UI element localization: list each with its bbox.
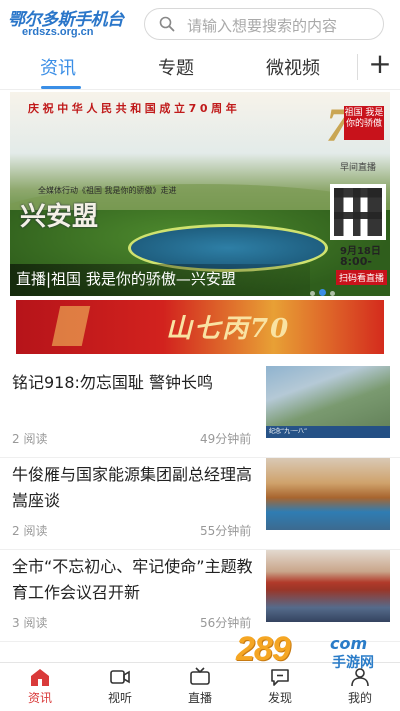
- news-read-count: 2 阅读: [12, 432, 48, 446]
- app-logo[interactable]: 鄂尔多斯手机台 erdszs.org.cn: [8, 5, 136, 39]
- news-timestamp: 49分钟前: [200, 432, 252, 446]
- active-tab-indicator: [41, 86, 81, 89]
- nav-label: 发现: [267, 691, 292, 705]
- nav-label: 视听: [107, 691, 132, 705]
- news-title[interactable]: 牛俊雁与国家能源集团副总经理高嵩座谈: [12, 462, 257, 514]
- qr-code: [330, 184, 386, 240]
- tv-icon: [190, 667, 210, 685]
- news-timestamp: 55分钟前: [200, 524, 252, 538]
- video-icon: [110, 670, 130, 684]
- channel-tabs: 资讯 专题 微视频 +: [0, 46, 400, 90]
- logo-en-text: erdszs.org.cn: [22, 26, 94, 38]
- banner-carousel[interactable]: 庆祝中华人民共和国成立70周年 7 祖国 我是你的骄傲 全媒体行动《祖国 我是你…: [10, 92, 390, 296]
- carousel-dot[interactable]: [330, 291, 335, 296]
- home-icon: [31, 669, 49, 686]
- banner-caption: 全媒体行动《祖国 我是你的骄傲》走进: [38, 186, 177, 195]
- watermark-domain: com: [330, 634, 368, 653]
- carousel-indicator: [310, 281, 339, 296]
- tab-micro-video[interactable]: 微视频: [266, 54, 320, 80]
- tab-topics[interactable]: 专题: [158, 54, 194, 80]
- site-watermark: 289 com 手游网: [236, 630, 386, 678]
- live-badge: 早间直播: [340, 163, 377, 173]
- nav-video[interactable]: 视听: [90, 667, 150, 706]
- strip-decoration: [51, 306, 91, 346]
- banner-brush-title: 兴安盟: [20, 202, 99, 232]
- watermark-number: 289: [236, 630, 291, 668]
- promo-strip-banner[interactable]: 山七丙70: [16, 300, 384, 354]
- news-title[interactable]: 铭记918:勿忘国耻 警钟长鸣: [12, 370, 257, 396]
- watermark-cn: 手游网: [332, 655, 374, 671]
- banner-headline: 庆祝中华人民共和国成立70周年: [28, 102, 241, 115]
- search-icon: [159, 16, 175, 32]
- search-bar[interactable]: 请输入想要搜索的内容: [144, 8, 384, 40]
- news-thumbnail[interactable]: [266, 458, 390, 530]
- news-read-count: 3 阅读: [12, 616, 48, 630]
- news-title[interactable]: 全市“不忘初心、牢记使命”主题教育工作会议召开新: [12, 554, 257, 606]
- news-read-count: 2 阅读: [12, 524, 48, 538]
- carousel-dot-active[interactable]: [319, 289, 326, 296]
- news-thumbnail[interactable]: 纪念“九·一八”: [266, 366, 390, 438]
- carousel-dot[interactable]: [310, 291, 315, 296]
- tab-divider: [357, 54, 358, 80]
- banner-tag: 祖国 我是你的骄傲: [344, 106, 384, 140]
- search-placeholder: 请输入想要搜索的内容: [187, 17, 338, 35]
- banner-title[interactable]: 直播|祖国 我是你的骄傲—兴安盟: [16, 268, 236, 289]
- news-item[interactable]: 铭记918:勿忘国耻 警钟长鸣 2 阅读 49分钟前 纪念“九·一八”: [0, 366, 400, 458]
- nav-news[interactable]: 资讯: [10, 667, 70, 706]
- nav-label: 直播: [187, 691, 212, 705]
- thumbnail-caption: 纪念“九·一八”: [266, 426, 390, 438]
- scan-to-watch-label: 扫码看直播: [336, 270, 388, 285]
- nav-live[interactable]: 直播: [170, 667, 230, 706]
- tab-news[interactable]: 资讯: [40, 54, 76, 80]
- news-item[interactable]: 牛俊雁与国家能源集团副总经理高嵩座谈 2 阅读 55分钟前: [0, 458, 400, 550]
- strip-text: 山七丙70: [166, 314, 291, 344]
- news-item[interactable]: 全市“不忘初心、牢记使命”主题教育工作会议召开新 3 阅读 56分钟前: [0, 550, 400, 642]
- news-timestamp: 56分钟前: [200, 616, 252, 630]
- nav-label: 我的: [347, 691, 372, 705]
- app-header: 鄂尔多斯手机台 erdszs.org.cn 请输入想要搜索的内容: [0, 0, 400, 46]
- add-channel-button[interactable]: +: [364, 48, 396, 80]
- news-thumbnail[interactable]: [266, 550, 390, 622]
- nav-label: 资讯: [27, 691, 52, 705]
